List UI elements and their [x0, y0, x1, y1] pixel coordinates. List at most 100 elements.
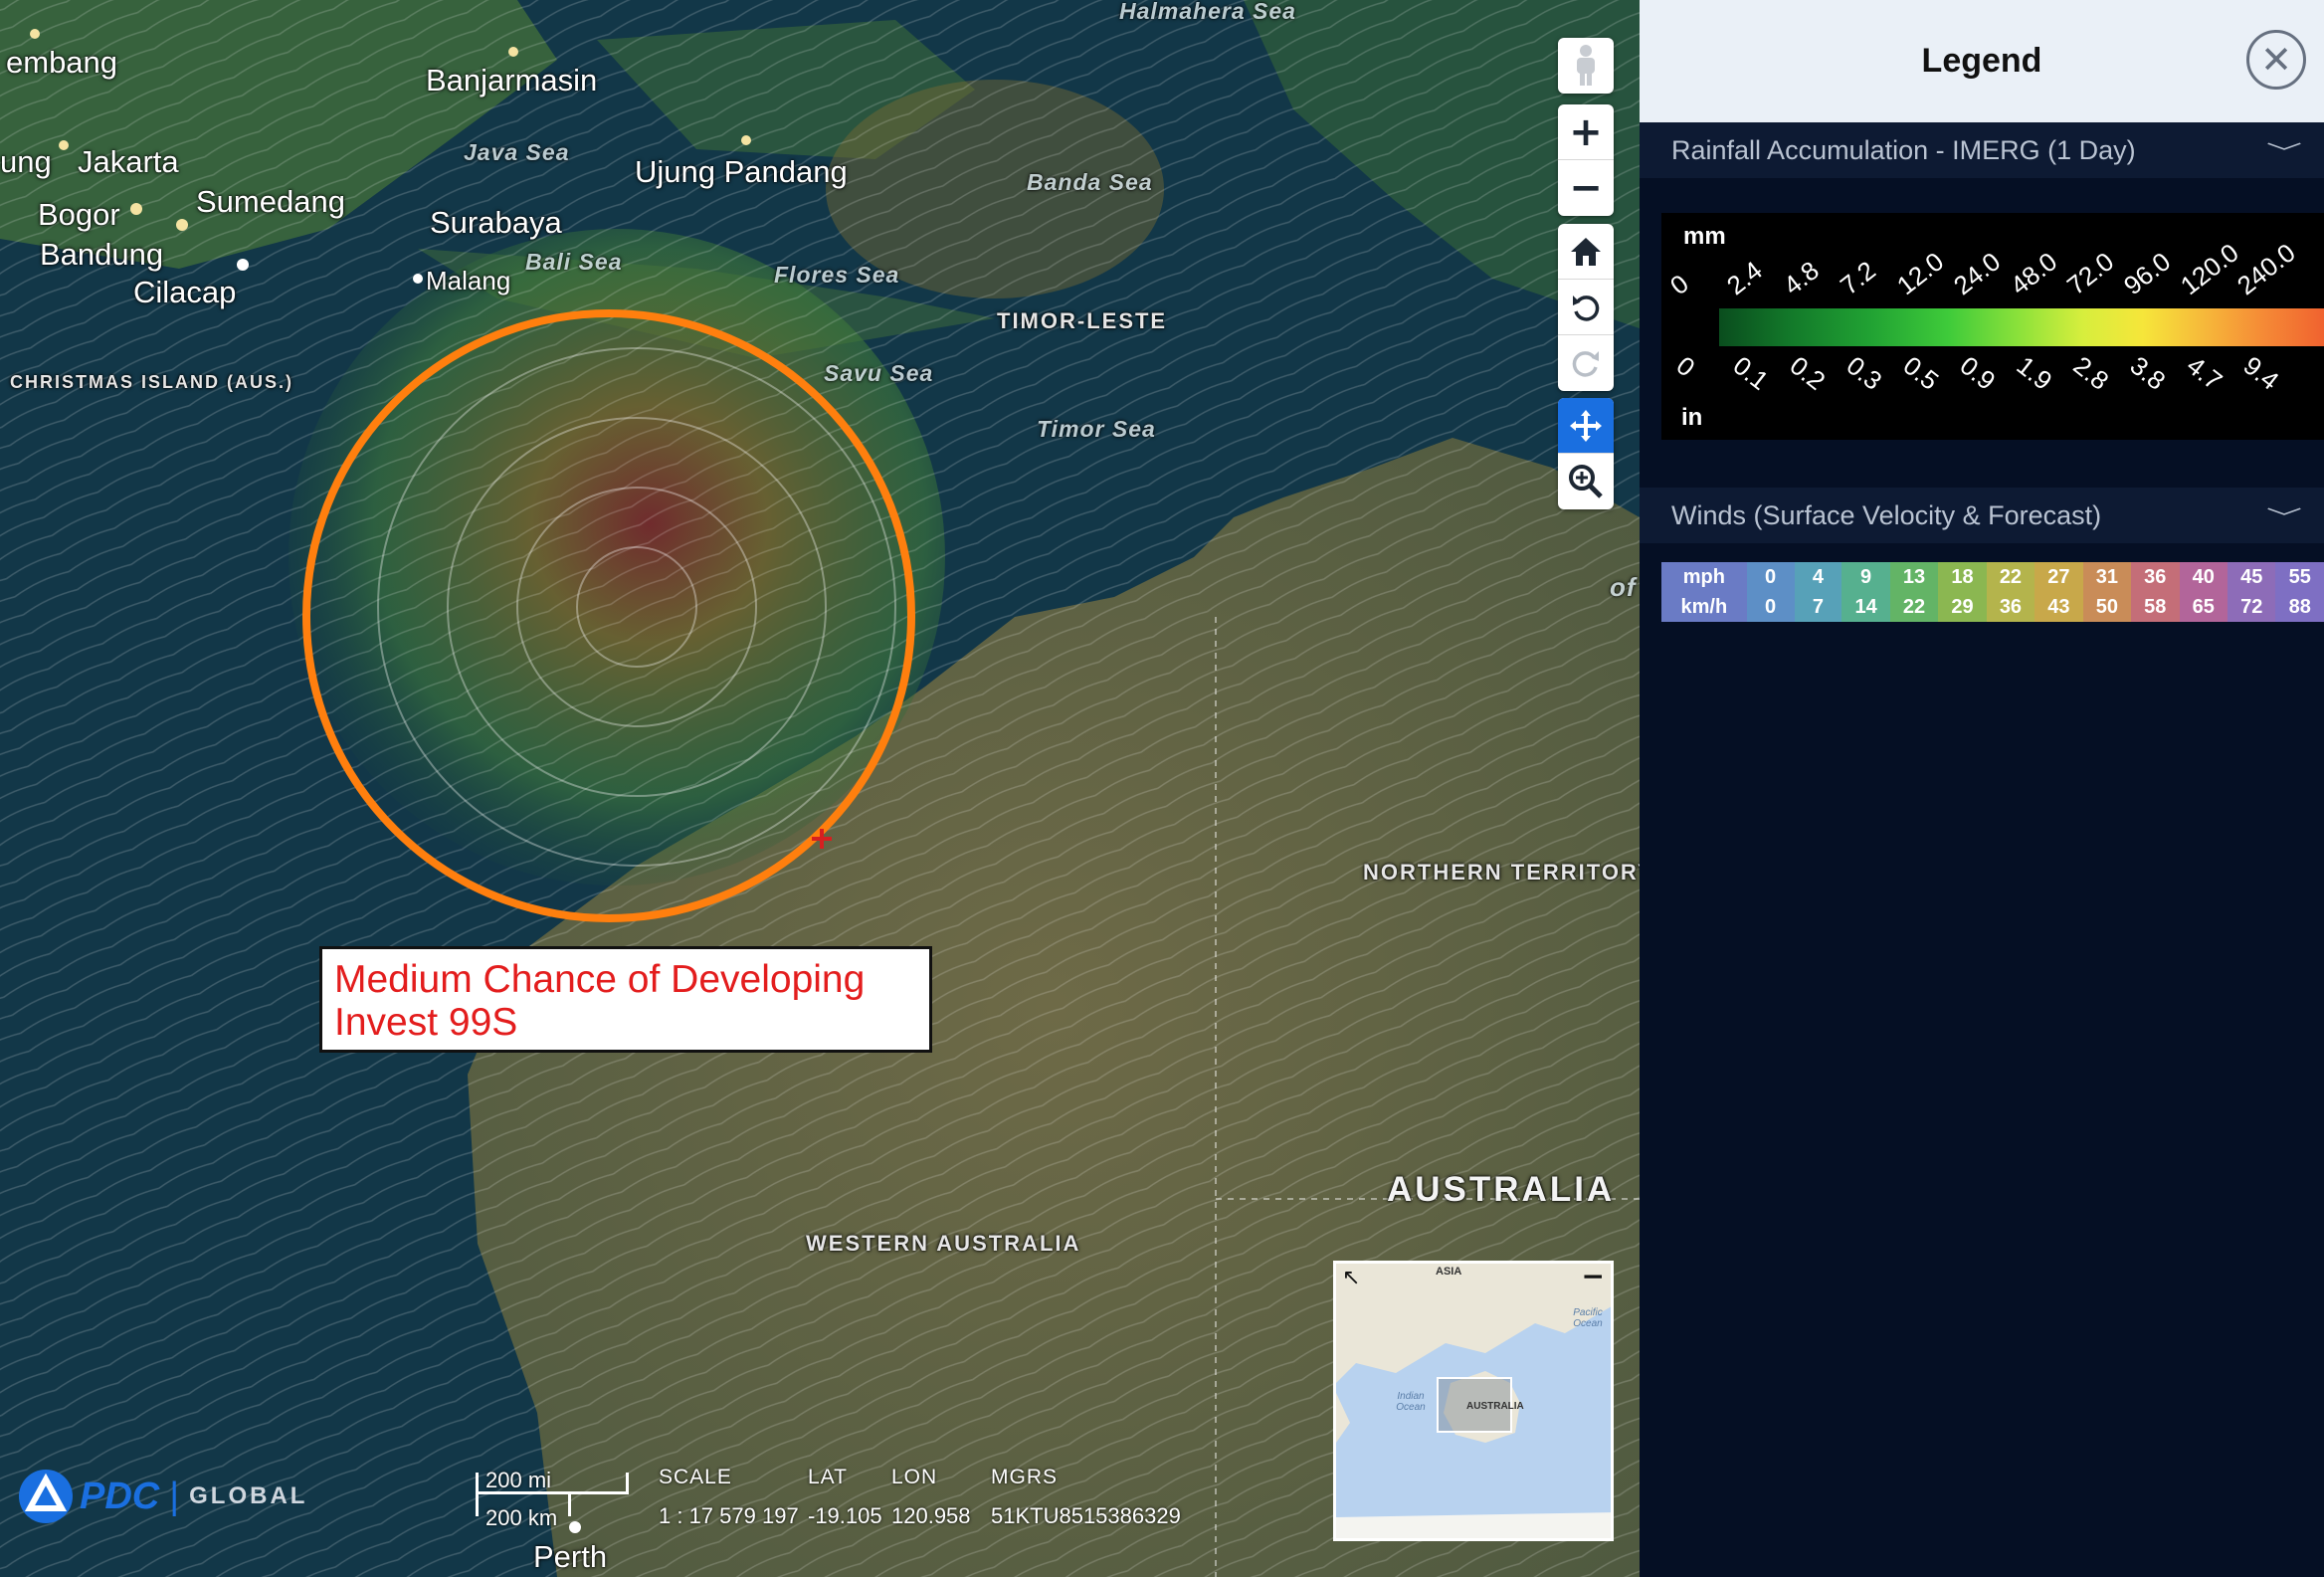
home-icon[interactable]	[1558, 224, 1614, 280]
mgrs-label: MGRS	[991, 1466, 1058, 1488]
city-label-ujung-pandang: Ujung Pandang	[635, 154, 848, 189]
rainfall-unit-in: in	[1681, 404, 1703, 431]
lon-value: 120.958	[891, 1503, 971, 1528]
close-icon[interactable]: ✕	[2246, 30, 2306, 90]
rainfall-mm-tick: 12.0	[1890, 246, 1950, 301]
rainfall-mm-tick: 24.0	[1947, 246, 2007, 301]
wind-mph-value: 45	[2227, 562, 2276, 592]
scale-value: 1 : 17 579 197	[659, 1503, 799, 1528]
region-label-timor-leste: TIMOR-LESTE	[997, 308, 1168, 333]
rainfall-color-scale: mm in 0 2.4 4.8 7.2 12.0 24.0 48.0 72.0 96.0 120.…	[1661, 213, 2324, 440]
chevron-down-icon[interactable]: ﹀	[2266, 136, 2302, 165]
wind-kmh-value: 22	[1889, 592, 1939, 622]
rotate-ccw-icon[interactable]	[1558, 280, 1614, 335]
street-view-control[interactable]	[1558, 38, 1614, 94]
legend-panel: Legend ✕ Rainfall Accumulation - IMERG (…	[1640, 0, 2324, 1577]
wind-mph-row: mph 0 4 9 13 18 22 27 31 36 40 45 55	[1661, 562, 2324, 592]
wind-mph-value: 18	[1938, 562, 1987, 592]
sea-label-halmahera: Halmahera Sea	[1119, 0, 1296, 24]
gulf-label-fragment: of	[1610, 572, 1637, 602]
storm-annotation-box: Medium Chance of Developing Invest 99S	[319, 946, 932, 1053]
rainfall-mm-tick: 72.0	[2060, 246, 2120, 301]
legend-title: Legend	[1921, 42, 2042, 80]
wind-mph-value: 13	[1889, 562, 1939, 592]
rainfall-mm-tick: 4.8	[1777, 255, 1825, 301]
mgrs-value: 51KTU8515386329	[991, 1503, 1181, 1528]
rainfall-section-title: Rainfall Accumulation - IMERG (1 Day)	[1671, 134, 2136, 165]
wind-mph-value: 27	[2034, 562, 2083, 592]
minimap-collapse-button[interactable]: −	[1582, 1264, 1605, 1292]
city-label-cilacap: Cilacap	[133, 275, 237, 309]
minimap-antarctica	[1336, 1512, 1611, 1538]
wind-mph-value: 22	[1986, 562, 2035, 592]
lat-value: -19.105	[808, 1503, 882, 1528]
pdc-global-label: GLOBAL	[189, 1482, 308, 1509]
wind-kmh-value: 58	[2131, 592, 2180, 622]
wind-kmh-value: 43	[2034, 592, 2083, 622]
rainfall-in-tick: 1.9	[2011, 350, 2058, 396]
rainfall-in-tick: 0.1	[1727, 350, 1775, 396]
rainfall-mm-tick: 96.0	[2117, 246, 2177, 301]
minimap-expand-icon[interactable]: ↖	[1342, 1266, 1360, 1290]
rainfall-section-header[interactable]: Rainfall Accumulation - IMERG (1 Day) ﹀	[1640, 122, 2324, 178]
wind-kmh-value: 72	[2227, 592, 2276, 622]
wind-kmh-value: 29	[1938, 592, 1987, 622]
map-view[interactable]: embang Banjarmasin ung Jakarta Sumedang …	[0, 0, 1640, 1577]
zoom-in-icon[interactable]	[1558, 454, 1614, 509]
lon-label: LON	[891, 1466, 938, 1488]
rotate-cw-icon[interactable]	[1558, 335, 1614, 391]
zoom-out-button[interactable]: −	[1558, 160, 1614, 216]
zoom-control[interactable]: + −	[1558, 104, 1614, 216]
rainfall-unit-mm: mm	[1683, 223, 1726, 250]
rainfall-mm-tick: 240.0	[2230, 237, 2301, 301]
wind-kmh-value: 14	[1841, 592, 1890, 622]
minimap-indian-label: Indian Ocean	[1396, 1391, 1426, 1413]
wind-mph-label: mph	[1661, 562, 1747, 592]
zoom-in-button[interactable]: +	[1558, 104, 1614, 160]
wind-mph-value: 9	[1841, 562, 1890, 592]
scale-label: SCALE	[659, 1466, 732, 1488]
rainfall-in-tick: 0.2	[1784, 350, 1832, 396]
wind-kmh-row: km/h 0 7 14 22 29 36 43 50 58 65 72 88	[1661, 592, 2324, 622]
wind-speed-scale: mph 0 4 9 13 18 22 27 31 36 40 45 55 km/h 0 7 14 22 29 36 4…	[1661, 562, 2324, 622]
rainfall-in-tick: 0.3	[1840, 350, 1888, 396]
wind-kmh-value: 36	[1986, 592, 2035, 622]
wind-mph-value: 36	[2131, 562, 2180, 592]
rainfall-mm-tick: 7.2	[1834, 255, 1881, 301]
sea-label-flores: Flores Sea	[774, 262, 900, 288]
city-label-palembang: embang	[6, 45, 118, 80]
sea-label-bali: Bali Sea	[525, 249, 623, 275]
scale-bar: 200 mi 200 km	[476, 1465, 629, 1530]
minimap-pacific-label: Pacific Ocean	[1573, 1307, 1603, 1329]
city-label-malang: Malang	[426, 266, 511, 296]
minimap-asia-label: ASIA	[1436, 1266, 1462, 1278]
rainfall-gradient-bar	[1719, 308, 2324, 346]
rainfall-in-tick: 9.4	[2237, 350, 2285, 396]
winds-section-header[interactable]: Winds (Surface Velocity & Forecast) ﹀	[1640, 488, 2324, 543]
tool-control[interactable]	[1558, 398, 1614, 509]
lat-label: LAT	[808, 1466, 848, 1488]
wind-kmh-value: 65	[2179, 592, 2227, 622]
scale-miles-text: 200 mi	[485, 1468, 552, 1492]
rainfall-in-tick: 4.7	[2181, 350, 2228, 396]
overview-minimap[interactable]: ASIA Pacific Ocean Indian Ocean AUSTRALI…	[1333, 1261, 1614, 1541]
move-icon[interactable]	[1558, 398, 1614, 454]
rainfall-in-tick: 3.8	[2124, 350, 2172, 396]
rainfall-in-tick: 0.9	[1954, 350, 2002, 396]
chevron-down-icon[interactable]: ﹀	[2266, 501, 2302, 530]
sea-label-java: Java Sea	[464, 139, 570, 165]
city-label-sumedang: Sumedang	[196, 184, 345, 219]
wind-kmh-value: 0	[1746, 592, 1795, 622]
rainfall-in-tick: 0.5	[1897, 350, 1945, 396]
wind-mph-value: 4	[1794, 562, 1842, 592]
city-label-bandung: Bandung	[40, 237, 164, 272]
navigation-control[interactable]	[1558, 224, 1614, 391]
pegman-icon[interactable]	[1558, 38, 1614, 94]
pdc-brand: PDC | GLOBAL	[16, 1467, 307, 1526]
sea-label-savu: Savu Sea	[824, 360, 934, 386]
wind-mph-value: 0	[1746, 562, 1795, 592]
annotation-line-1: Medium Chance of Developing	[334, 958, 866, 1001]
wind-kmh-value: 7	[1794, 592, 1842, 622]
minimap-africa	[1336, 1393, 1350, 1443]
rainfall-in-tick: 2.8	[2067, 350, 2115, 396]
